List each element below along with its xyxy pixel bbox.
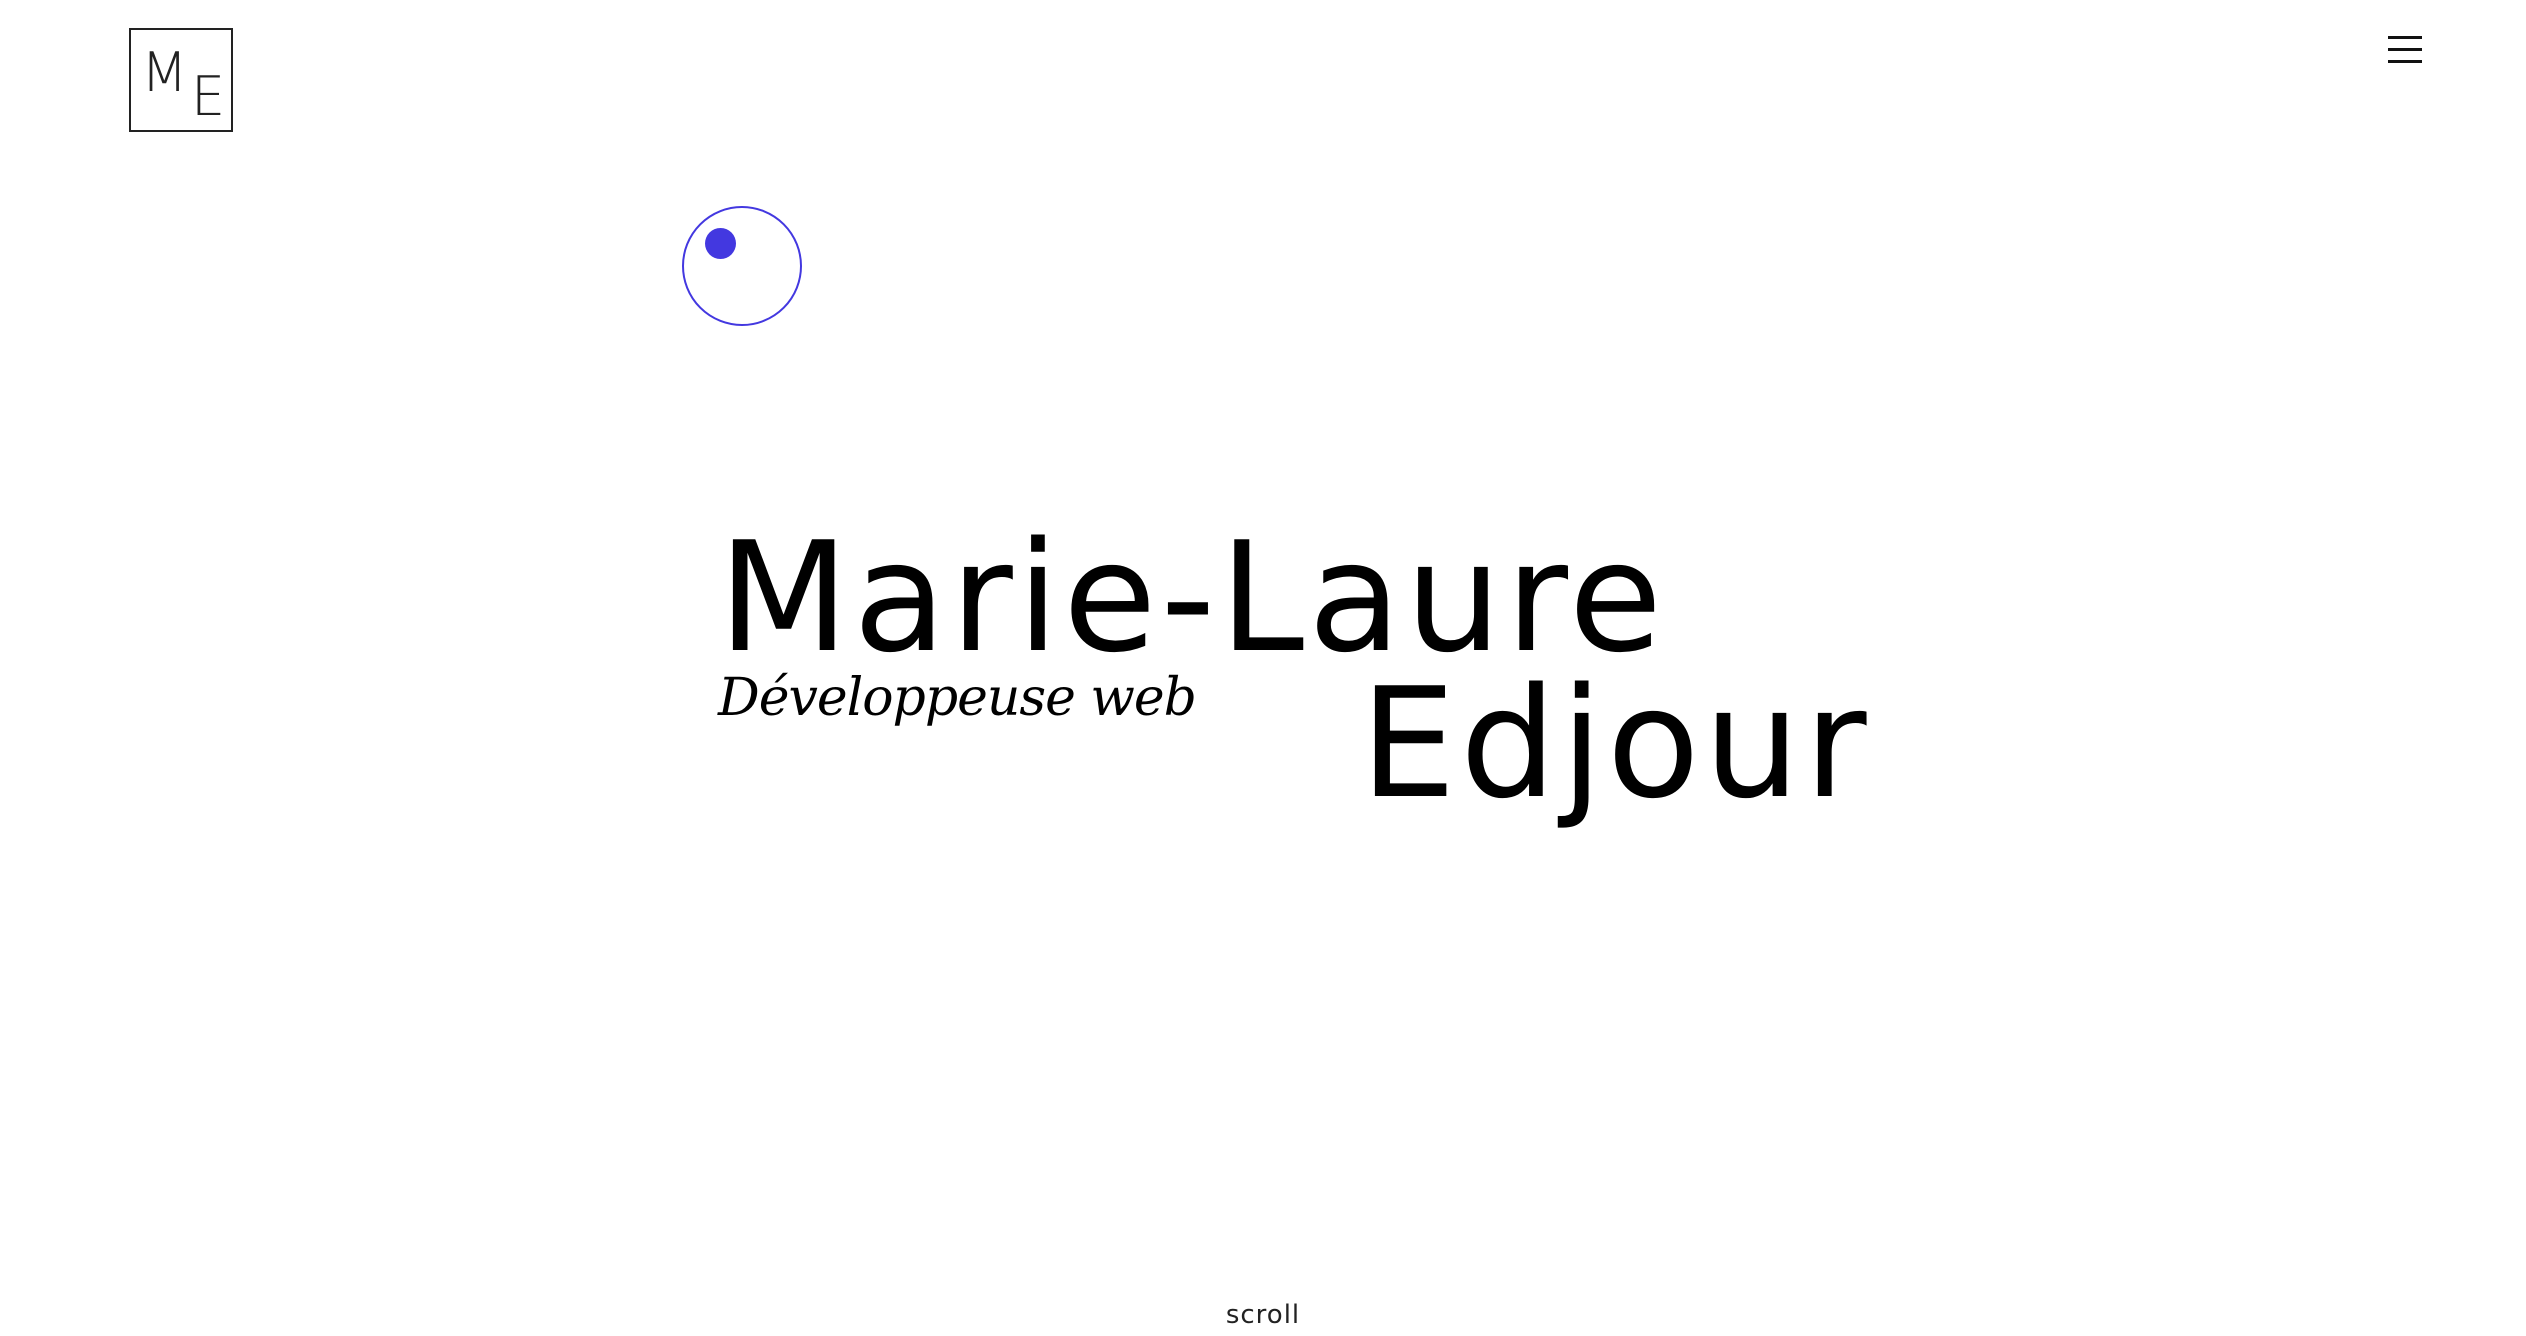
menu-bar-middle bbox=[2388, 48, 2422, 51]
hero-subtitle: Développeuse web bbox=[718, 668, 1197, 728]
logo-letter-e: E bbox=[191, 65, 226, 128]
hero-first-name: Marie-Laure bbox=[718, 509, 1667, 686]
hero-last-name: Edjour bbox=[1360, 655, 1871, 832]
custom-cursor-ring bbox=[682, 206, 802, 326]
custom-cursor-dot bbox=[705, 228, 736, 259]
hamburger-menu-icon[interactable] bbox=[2386, 36, 2426, 66]
menu-bar-top bbox=[2388, 36, 2422, 39]
scroll-hint[interactable]: scroll bbox=[0, 1302, 2526, 1328]
logo-letter-m: M bbox=[141, 41, 188, 104]
logo[interactable]: M E bbox=[129, 28, 233, 132]
menu-bar-bottom bbox=[2388, 60, 2422, 63]
